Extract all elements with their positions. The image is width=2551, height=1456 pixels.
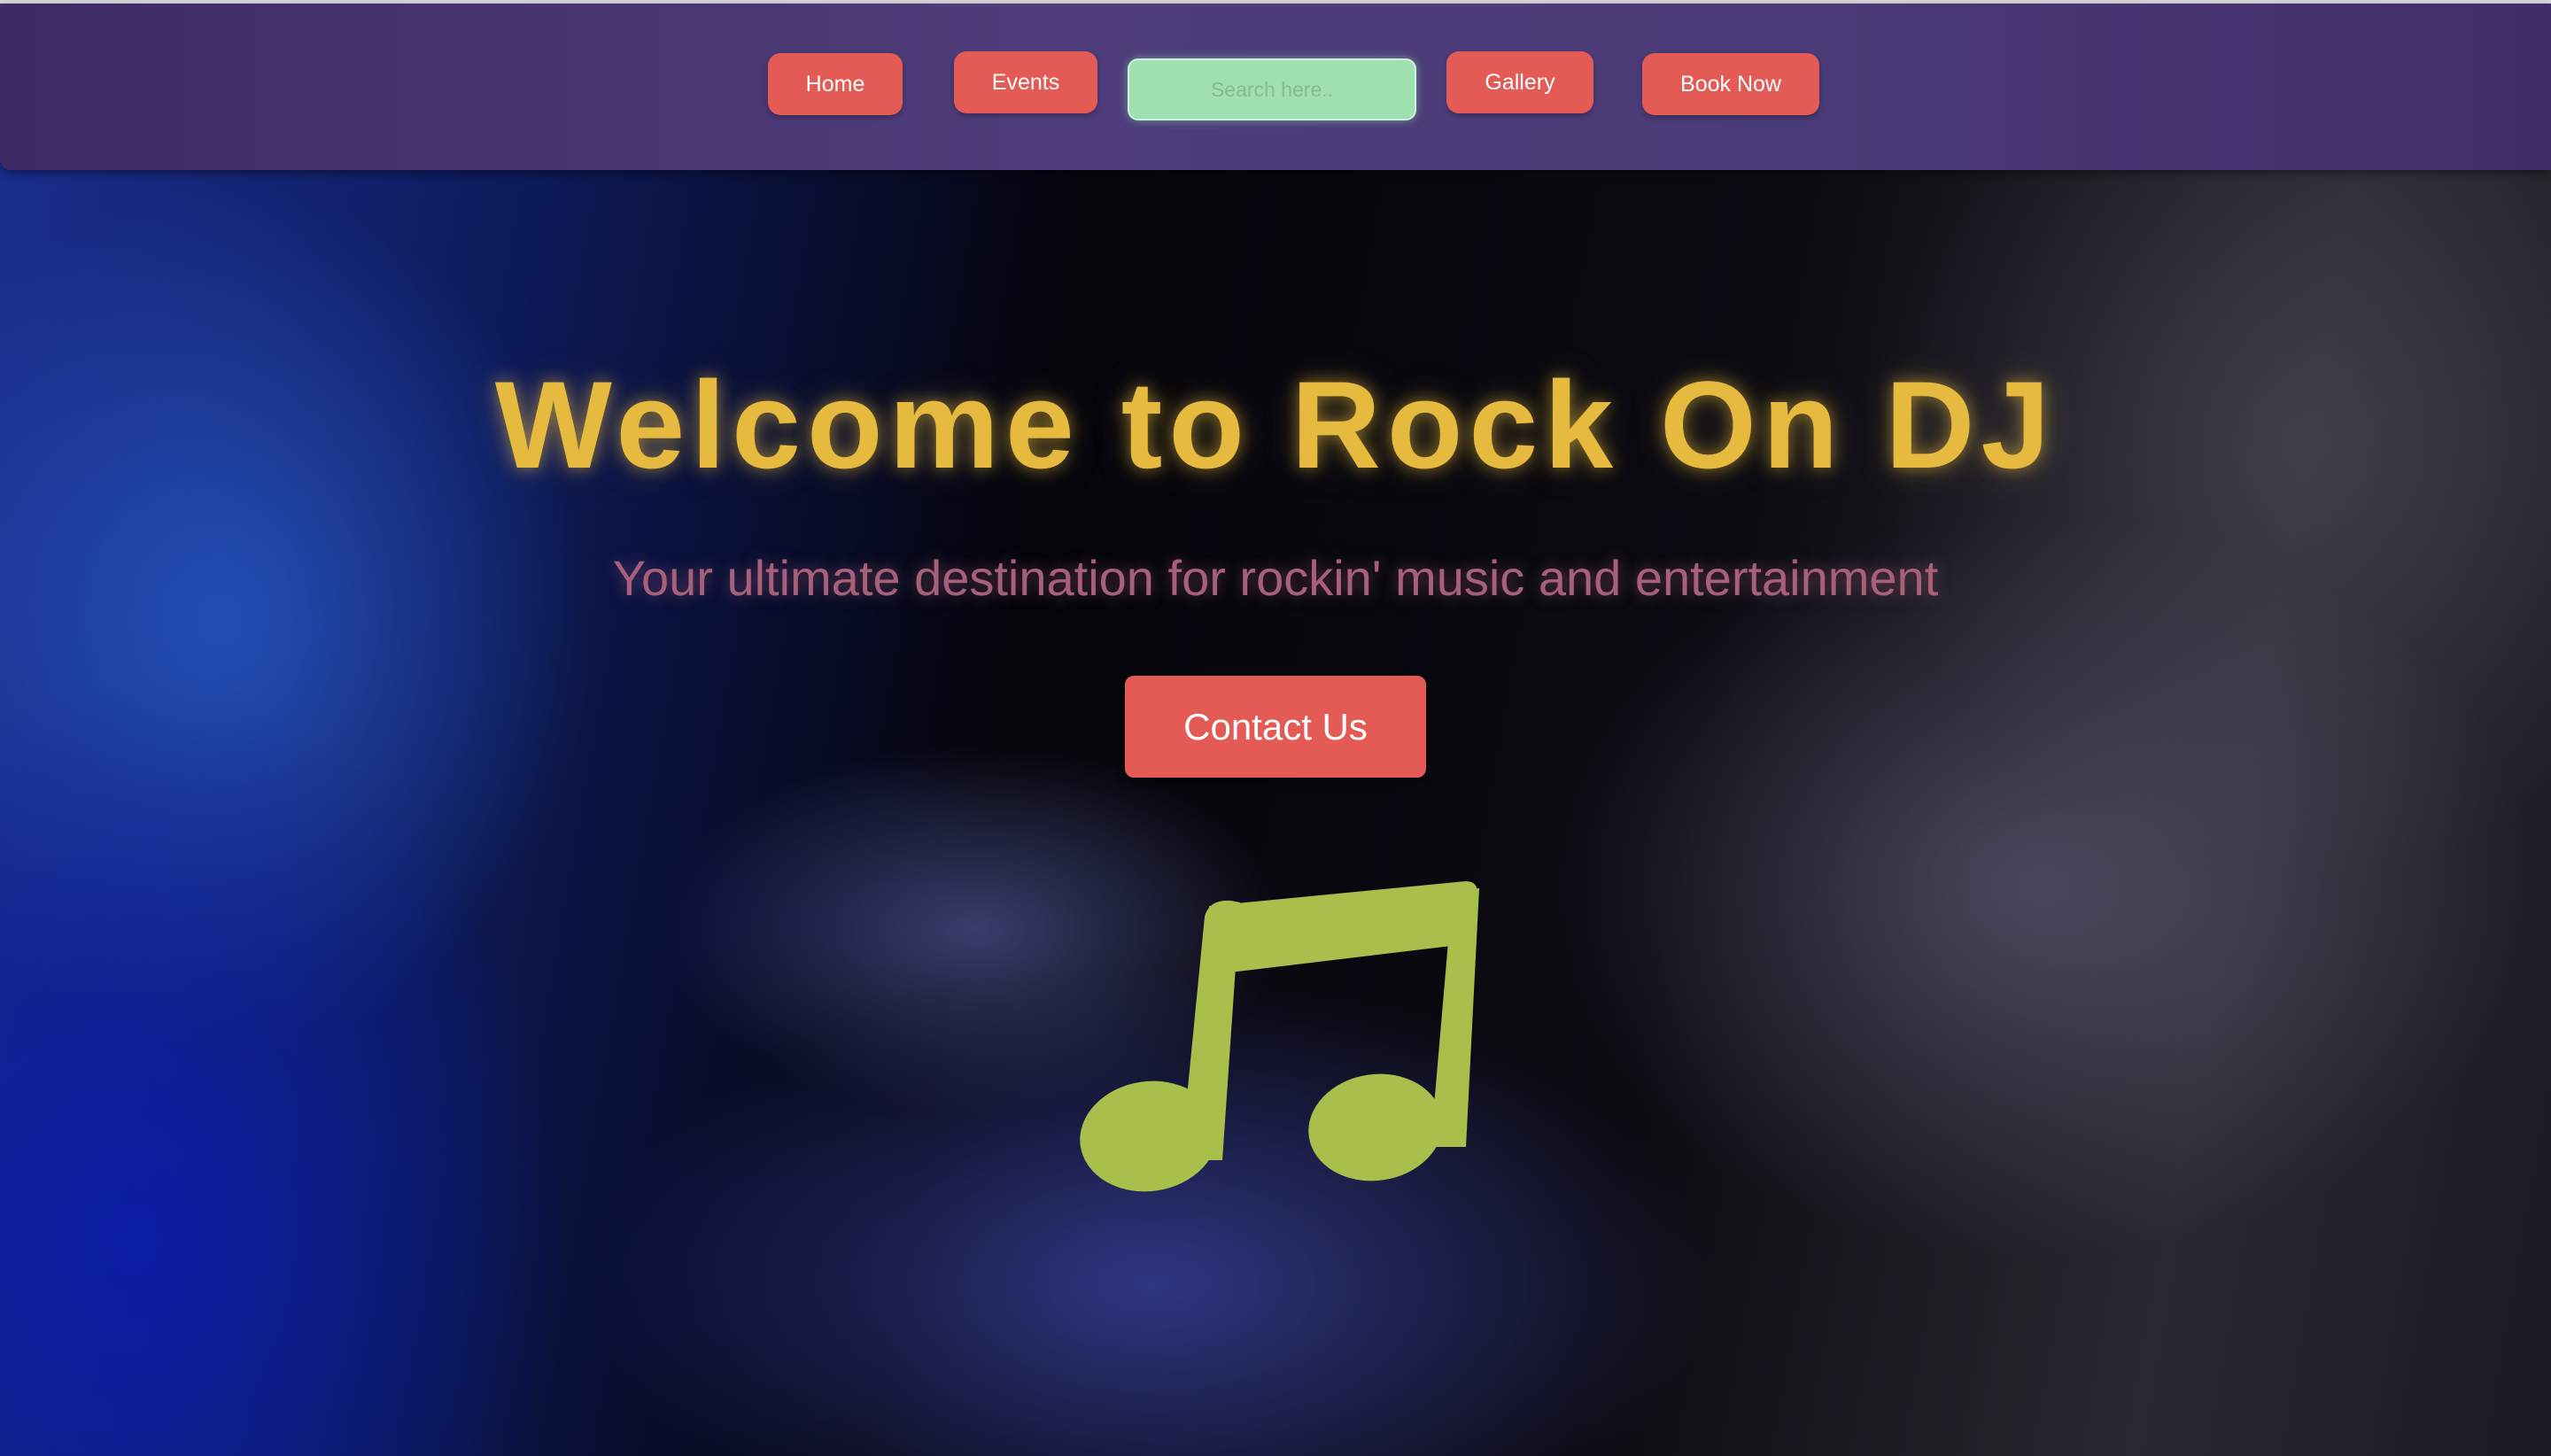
events-button[interactable]: Events xyxy=(954,51,1097,113)
hero-subtitle: Your ultimate destination for rockin' mu… xyxy=(612,550,1939,606)
contact-us-button[interactable]: Contact Us xyxy=(1125,676,1426,778)
home-button[interactable]: Home xyxy=(768,53,903,115)
search-input[interactable] xyxy=(1128,58,1416,120)
top-navigation-bar: Home Events Gallery Book Now xyxy=(0,4,2551,170)
book-now-button[interactable]: Book Now xyxy=(1642,53,1819,115)
gallery-button[interactable]: Gallery xyxy=(1446,51,1593,113)
music-note-icon xyxy=(1080,881,1479,1192)
hero-title: Welcome to Rock On DJ xyxy=(494,355,2057,494)
page: Home Events Gallery Book Now Welcome to … xyxy=(0,0,2551,1456)
